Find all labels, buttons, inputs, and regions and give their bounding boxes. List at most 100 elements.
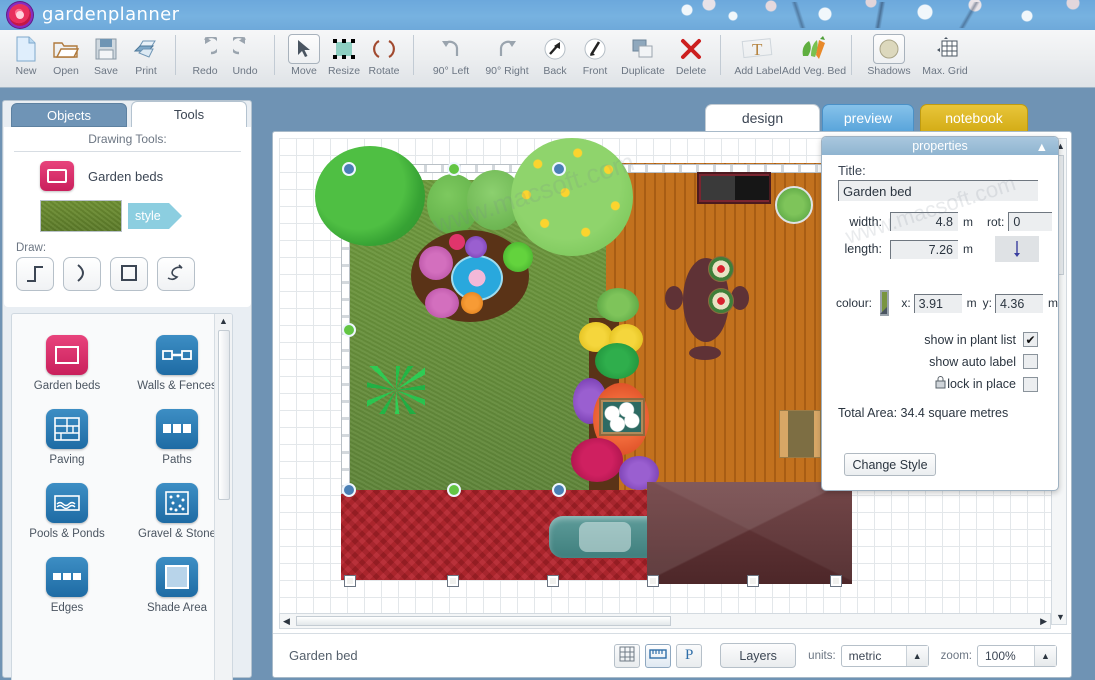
move-button[interactable]: Move — [284, 30, 324, 84]
green-plant[interactable] — [503, 242, 533, 272]
path-node-handle[interactable] — [647, 575, 659, 587]
show-in-plant-list-checkbox[interactable]: ✔ — [1023, 332, 1038, 347]
ruler-toggle-button[interactable] — [645, 644, 671, 668]
add-label-button[interactable]: T Add Label — [730, 30, 786, 84]
flower-red[interactable] — [449, 234, 465, 250]
path-node-handle[interactable] — [830, 575, 842, 587]
length-input[interactable] — [890, 240, 958, 259]
rotation-input[interactable] — [1008, 212, 1052, 231]
style-button[interactable]: style — [128, 203, 169, 229]
tab-tools[interactable]: Tools — [131, 101, 247, 128]
x-input[interactable] — [914, 294, 962, 313]
tree-large-green[interactable] — [315, 146, 425, 246]
lock-in-place-row[interactable]: lock in place — [822, 376, 1058, 392]
properties-header[interactable]: properties ▲ — [822, 137, 1058, 155]
add-veg-bed-button[interactable]: Add Veg. Bed — [786, 30, 842, 84]
scroll-up-arrow-icon[interactable]: ▲ — [215, 314, 232, 328]
change-style-button[interactable]: Change Style — [844, 453, 936, 476]
polyline-draw-button[interactable] — [16, 257, 54, 291]
canvas-horizontal-scrollbar[interactable]: ◀ ▶ — [279, 613, 1051, 629]
selection-handle-mid-top[interactable] — [447, 162, 461, 176]
flower-magenta-cluster[interactable] — [571, 438, 623, 482]
front-button[interactable]: Front — [575, 30, 615, 84]
outdoor-chair-bottom[interactable] — [689, 346, 721, 360]
max-grid-button[interactable]: Max. Grid — [917, 30, 973, 84]
palette-scroll-thumb[interactable] — [218, 330, 230, 500]
y-input[interactable] — [995, 294, 1043, 313]
selection-handle-corner-tl[interactable] — [342, 162, 356, 176]
lock-in-place-checkbox[interactable] — [1023, 377, 1038, 392]
style-swatch[interactable] — [40, 200, 122, 232]
scroll-left-arrow-icon[interactable]: ◀ — [283, 616, 290, 627]
path-node-handle[interactable] — [447, 575, 459, 587]
new-button[interactable]: New — [6, 30, 46, 84]
duplicate-button[interactable]: Duplicate — [615, 30, 671, 84]
rotate-left-button[interactable]: 90° Left — [423, 30, 479, 84]
selection-handle-mid-left[interactable] — [342, 323, 356, 337]
title-input[interactable] — [838, 180, 1038, 201]
flower-cluster-pink[interactable] — [419, 246, 453, 280]
tab-preview[interactable]: preview — [822, 104, 914, 132]
potted-palm[interactable] — [775, 186, 813, 224]
plant-list-button[interactable]: P — [676, 644, 702, 668]
flower-cluster-pink-2[interactable] — [425, 288, 459, 318]
potted-flower-1[interactable] — [708, 256, 734, 282]
rotate-button[interactable]: Rotate — [364, 30, 404, 84]
grid-toggle-button[interactable] — [614, 644, 640, 668]
current-tool-row[interactable]: Garden beds — [4, 152, 251, 191]
show-auto-label-checkbox[interactable] — [1023, 354, 1038, 369]
flower-orange[interactable] — [461, 292, 483, 314]
show-in-plant-list-row[interactable]: show in plant list ✔ — [822, 332, 1058, 347]
path-node-handle[interactable] — [747, 575, 759, 587]
palette-item-edges[interactable]: Edges — [12, 546, 122, 620]
barbecue[interactable] — [697, 172, 771, 204]
save-button[interactable]: Save — [86, 30, 126, 84]
horizontal-scroll-thumb[interactable] — [296, 616, 671, 626]
resize-button[interactable]: Resize — [324, 30, 364, 84]
freehand-draw-button[interactable] — [157, 257, 195, 291]
palette-scrollbar[interactable]: ▲ ▼ — [214, 314, 232, 680]
foliage-plant[interactable] — [597, 288, 639, 322]
chevron-up-icon[interactable]: ▲ — [1034, 646, 1056, 666]
tab-objects[interactable]: Objects — [11, 103, 127, 127]
shadows-button[interactable]: Shadows — [861, 30, 917, 84]
rectangle-draw-button[interactable] — [110, 257, 148, 291]
scroll-down-arrow-icon[interactable]: ▼ — [1056, 612, 1065, 622]
palette-item-paving[interactable]: Paving — [12, 398, 122, 472]
width-input[interactable] — [890, 212, 958, 231]
path-node-handle[interactable] — [547, 575, 559, 587]
layers-button[interactable]: Layers — [720, 643, 796, 668]
zoom-select[interactable]: 100% ▲ — [977, 645, 1057, 667]
scroll-right-arrow-icon[interactable]: ▶ — [1040, 616, 1047, 627]
selection-handle-corner-tr[interactable] — [552, 162, 566, 176]
garden-bench[interactable] — [779, 410, 821, 458]
outdoor-chair-left[interactable] — [665, 286, 683, 310]
collapse-up-icon[interactable]: ▲ — [1036, 140, 1048, 154]
house[interactable] — [647, 482, 852, 584]
open-button[interactable]: Open — [46, 30, 86, 84]
rotation-dial-icon[interactable] — [995, 236, 1039, 262]
tree-flowering-yellow[interactable] — [511, 138, 633, 256]
show-auto-label-row[interactable]: show auto label — [822, 354, 1058, 369]
tab-design[interactable]: design — [705, 104, 820, 132]
rotate-right-button[interactable]: 90° Right — [479, 30, 535, 84]
tab-notebook[interactable]: notebook — [920, 104, 1028, 132]
ornamental-grass[interactable] — [367, 366, 425, 414]
potted-flower-2[interactable] — [708, 288, 734, 314]
print-button[interactable]: Print — [126, 30, 166, 84]
redo-button[interactable]: Redo — [185, 30, 225, 84]
colour-swatch[interactable] — [880, 290, 889, 316]
arc-draw-button[interactable] — [63, 257, 101, 291]
daisy-planter-box[interactable] — [599, 398, 645, 436]
units-select[interactable]: metric ▲ — [841, 645, 929, 667]
delete-button[interactable]: Delete — [671, 30, 711, 84]
selection-handle-corner-bl[interactable] — [342, 483, 356, 497]
path-node-handle[interactable] — [344, 575, 356, 587]
back-button[interactable]: Back — [535, 30, 575, 84]
palette-item-pools-ponds[interactable]: Pools & Ponds — [12, 472, 122, 546]
shrub-green-spiky[interactable] — [595, 343, 639, 379]
selection-handle-mid-bottom[interactable] — [447, 483, 461, 497]
chevron-up-icon[interactable]: ▲ — [906, 646, 928, 666]
undo-button[interactable]: Undo — [225, 30, 265, 84]
flower-purple[interactable] — [465, 236, 487, 258]
